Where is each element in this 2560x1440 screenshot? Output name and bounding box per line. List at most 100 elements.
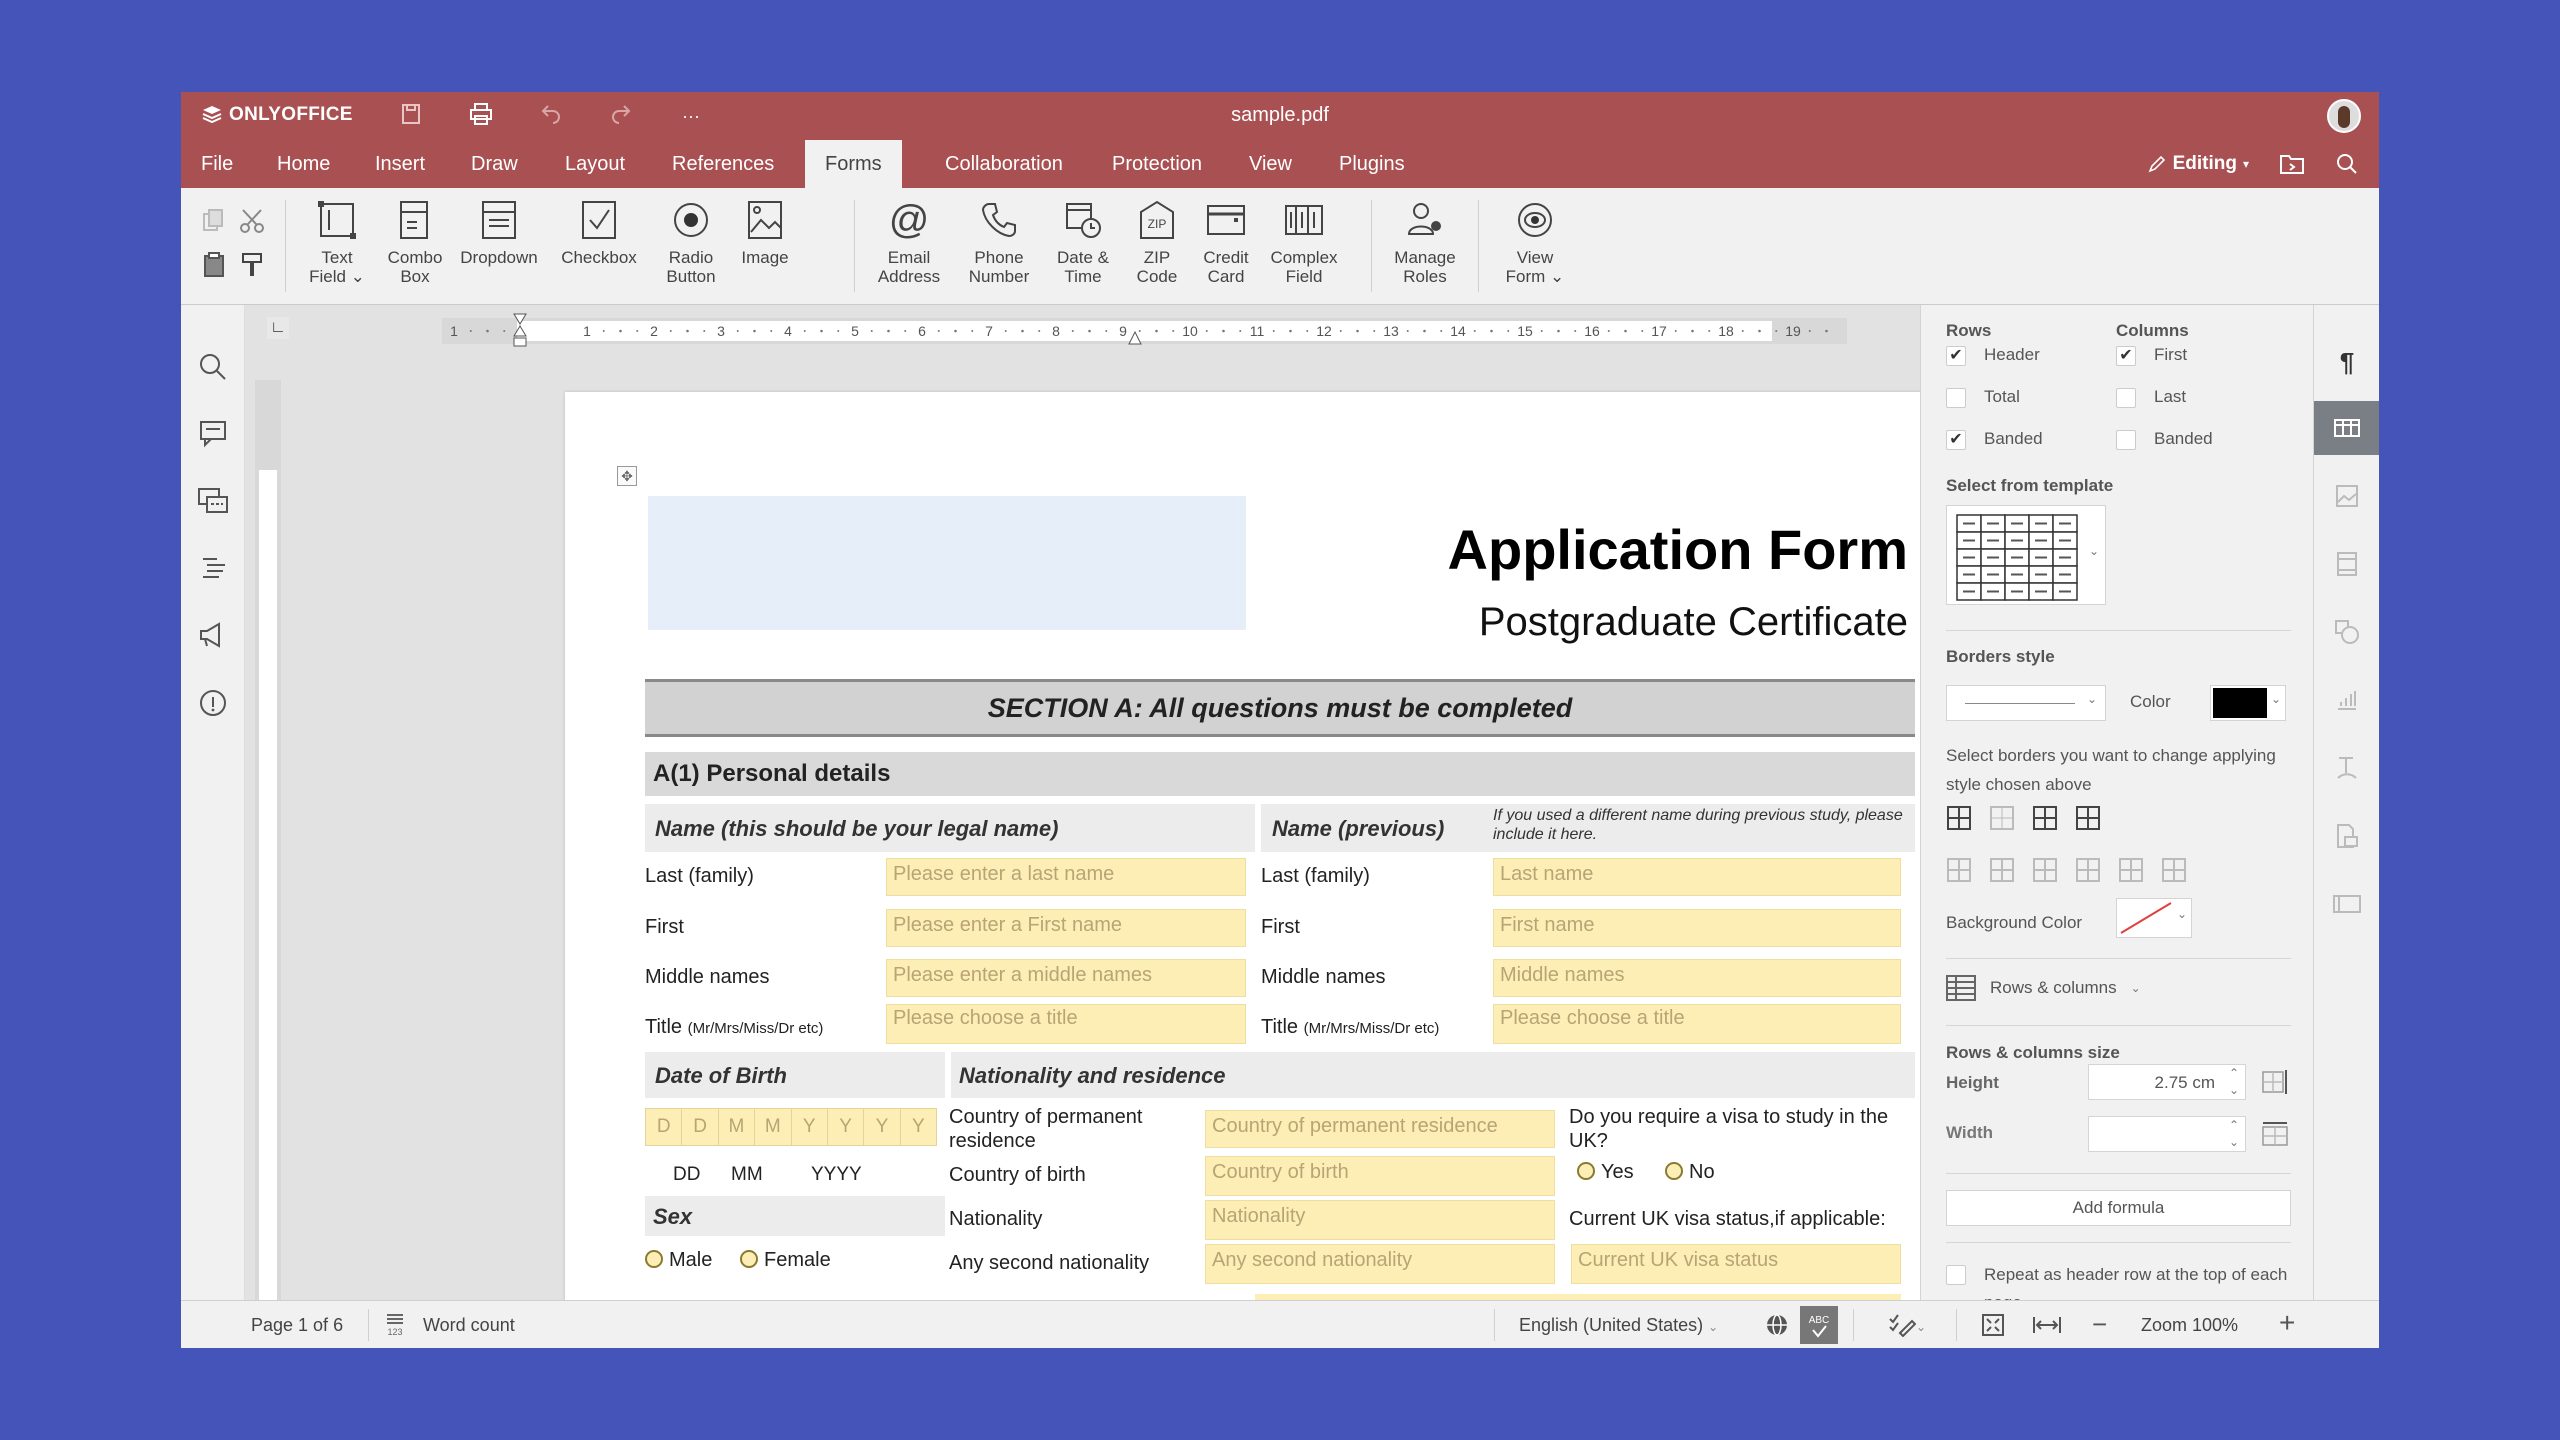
legal-first-name-field[interactable]: Please enter a First name [886,909,1246,947]
credit-card-button[interactable]: Credit Card [1186,198,1266,286]
complex-field-button[interactable]: Complex Field [1264,198,1344,286]
dob-cell[interactable]: M [755,1109,792,1145]
paragraph-settings-icon[interactable]: ¶ [2314,335,2379,389]
cut-icon[interactable] [237,206,267,236]
width-spinner[interactable]: ⌃ ⌄ [2088,1116,2246,1152]
text-field-button[interactable]: Text Field ⌄ [297,198,377,286]
inner-vertical-border-icon[interactable] [1989,857,2015,883]
language-select[interactable]: English (United States) ⌄ [1519,1315,1718,1336]
radio-visa-yes[interactable] [1577,1162,1595,1180]
info-icon[interactable] [197,687,229,719]
rows-header[interactable]: ✔ Header [1946,345,2040,366]
dob-cell[interactable]: Y [864,1109,901,1145]
prev-title-dropdown[interactable]: Please choose a title [1493,1004,1901,1044]
second-nationality-field[interactable]: Any second nationality [1205,1244,1555,1284]
search-icon[interactable] [197,351,229,383]
rows-banded-checkbox[interactable]: ✔ [1946,429,1966,450]
globe-icon[interactable] [1765,1313,1789,1337]
zoom-out-button[interactable]: − [2092,1309,2107,1340]
open-location-icon[interactable] [2279,152,2305,176]
checkbox-button[interactable]: Checkbox [549,198,649,267]
radio-button-button[interactable]: Radio Button [651,198,731,286]
document-canvas[interactable]: ∟ 1 1 2 3 4 5 6 7 8 9 10 11 12 13 14 15 16 17 18 19 ✥ Appli… [245,305,2088,1300]
phone-number-button[interactable]: Phone Number [959,198,1039,286]
spinner-arrows-icon[interactable]: ⌃ ⌄ [2229,1065,2239,1099]
repeat-header-checkbox[interactable] [1946,1265,1966,1285]
columns-last-checkbox[interactable] [2116,387,2136,408]
rows-total[interactable]: Total [1946,387,2020,408]
legal-last-name-field[interactable]: Please enter a last name [886,858,1246,896]
vertical-ruler[interactable] [255,380,281,1300]
prev-middle-names-field[interactable]: Middle names [1493,959,1901,997]
form-settings-icon[interactable] [2314,809,2379,863]
dob-cell[interactable]: Y [792,1109,828,1145]
text-art-settings-icon[interactable] [2314,741,2379,795]
rows-total-checkbox[interactable] [1946,387,1966,408]
rows-columns-menu[interactable]: Rows & columns ⌄ [1946,975,2141,1001]
inner-borders-icon[interactable] [2032,805,2058,831]
tab-collaboration[interactable]: Collaboration [927,140,1081,188]
top-border-icon[interactable] [2075,857,2101,883]
sex-female-option[interactable]: Female [740,1249,831,1272]
bottom-border-icon[interactable] [2161,857,2187,883]
tab-protection[interactable]: Protection [1094,140,1220,188]
combo-box-button[interactable]: Combo Box [375,198,455,286]
chart-settings-icon[interactable] [2314,673,2379,727]
tab-file[interactable]: File [183,140,251,188]
height-spinner[interactable]: 2.75 cm ⌃ ⌄ [2088,1064,2246,1100]
left-border-icon[interactable] [1946,857,1972,883]
prev-first-name-field[interactable]: First name [1493,909,1901,947]
dob-cell[interactable]: D [682,1109,719,1145]
tab-layout[interactable]: Layout [547,140,643,188]
shape-settings-icon[interactable] [2314,605,2379,659]
feedback-megaphone-icon[interactable] [197,619,229,651]
outer-border-icon[interactable] [2075,805,2101,831]
editing-mode-button[interactable]: Editing ▾ [2147,153,2249,175]
legal-title-dropdown[interactable]: Please choose a title [886,1004,1246,1044]
table-template-picker[interactable]: ⌄ [1946,505,2106,605]
image-button[interactable]: Image [725,198,805,267]
word-count-button[interactable]: Word count [423,1315,515,1336]
email-address-button[interactable]: @ Email Address [869,198,949,286]
tab-insert[interactable]: Insert [357,140,443,188]
date-time-button[interactable]: Date & Time [1043,198,1123,286]
visa-yes-option[interactable]: Yes [1577,1161,1634,1184]
distribute-rows-icon[interactable] [2261,1068,2289,1096]
horizontal-ruler[interactable]: 1 1 2 3 4 5 6 7 8 9 10 11 12 13 14 15 16 17 18 19 [442,313,1847,347]
birth-country-field[interactable]: Country of birth [1205,1156,1555,1196]
tab-home[interactable]: Home [259,140,348,188]
tab-stop-selector[interactable]: ∟ [267,317,289,339]
header-footer-settings-icon[interactable] [2314,537,2379,591]
tab-marker[interactable] [1127,328,1143,346]
dob-cell[interactable]: D [646,1109,683,1145]
page-indicator[interactable]: Page 1 of 6 [251,1315,343,1336]
visa-no-option[interactable]: No [1665,1161,1715,1184]
dob-cell[interactable]: Y [901,1109,936,1145]
logo-placeholder[interactable] [648,496,1246,630]
columns-first-checkbox[interactable]: ✔ [2116,345,2136,366]
radio-male[interactable] [645,1250,663,1268]
search-icon[interactable] [2335,152,2359,176]
zoom-in-button[interactable]: + [2279,1307,2295,1339]
comments-icon[interactable] [197,417,229,449]
sex-male-option[interactable]: Male [645,1249,712,1272]
distribute-columns-icon[interactable] [2261,1119,2289,1147]
track-changes-button[interactable]: ⌄ [1888,1313,1926,1342]
fit-width-icon[interactable] [2032,1315,2062,1335]
indent-marker[interactable] [512,312,528,350]
legal-middle-names-field[interactable]: Please enter a middle names [886,959,1246,997]
rows-header-checkbox[interactable]: ✔ [1946,345,1966,366]
copy-icon[interactable] [199,206,229,236]
radio-visa-no[interactable] [1665,1162,1683,1180]
tab-view[interactable]: View [1231,140,1310,188]
format-painter-icon[interactable] [237,250,267,280]
right-border-icon[interactable] [2032,857,2058,883]
border-style-select[interactable]: ⌄ [1946,685,2106,721]
tab-references[interactable]: References [654,140,792,188]
tab-draw[interactable]: Draw [453,140,536,188]
fit-page-icon[interactable] [1981,1313,2005,1337]
zoom-level[interactable]: Zoom 100% [2141,1315,2238,1336]
table-move-handle[interactable]: ✥ [617,466,637,486]
manage-roles-button[interactable]: Manage Roles [1385,198,1465,286]
visa-status-field[interactable]: Current UK visa status [1571,1244,1901,1284]
